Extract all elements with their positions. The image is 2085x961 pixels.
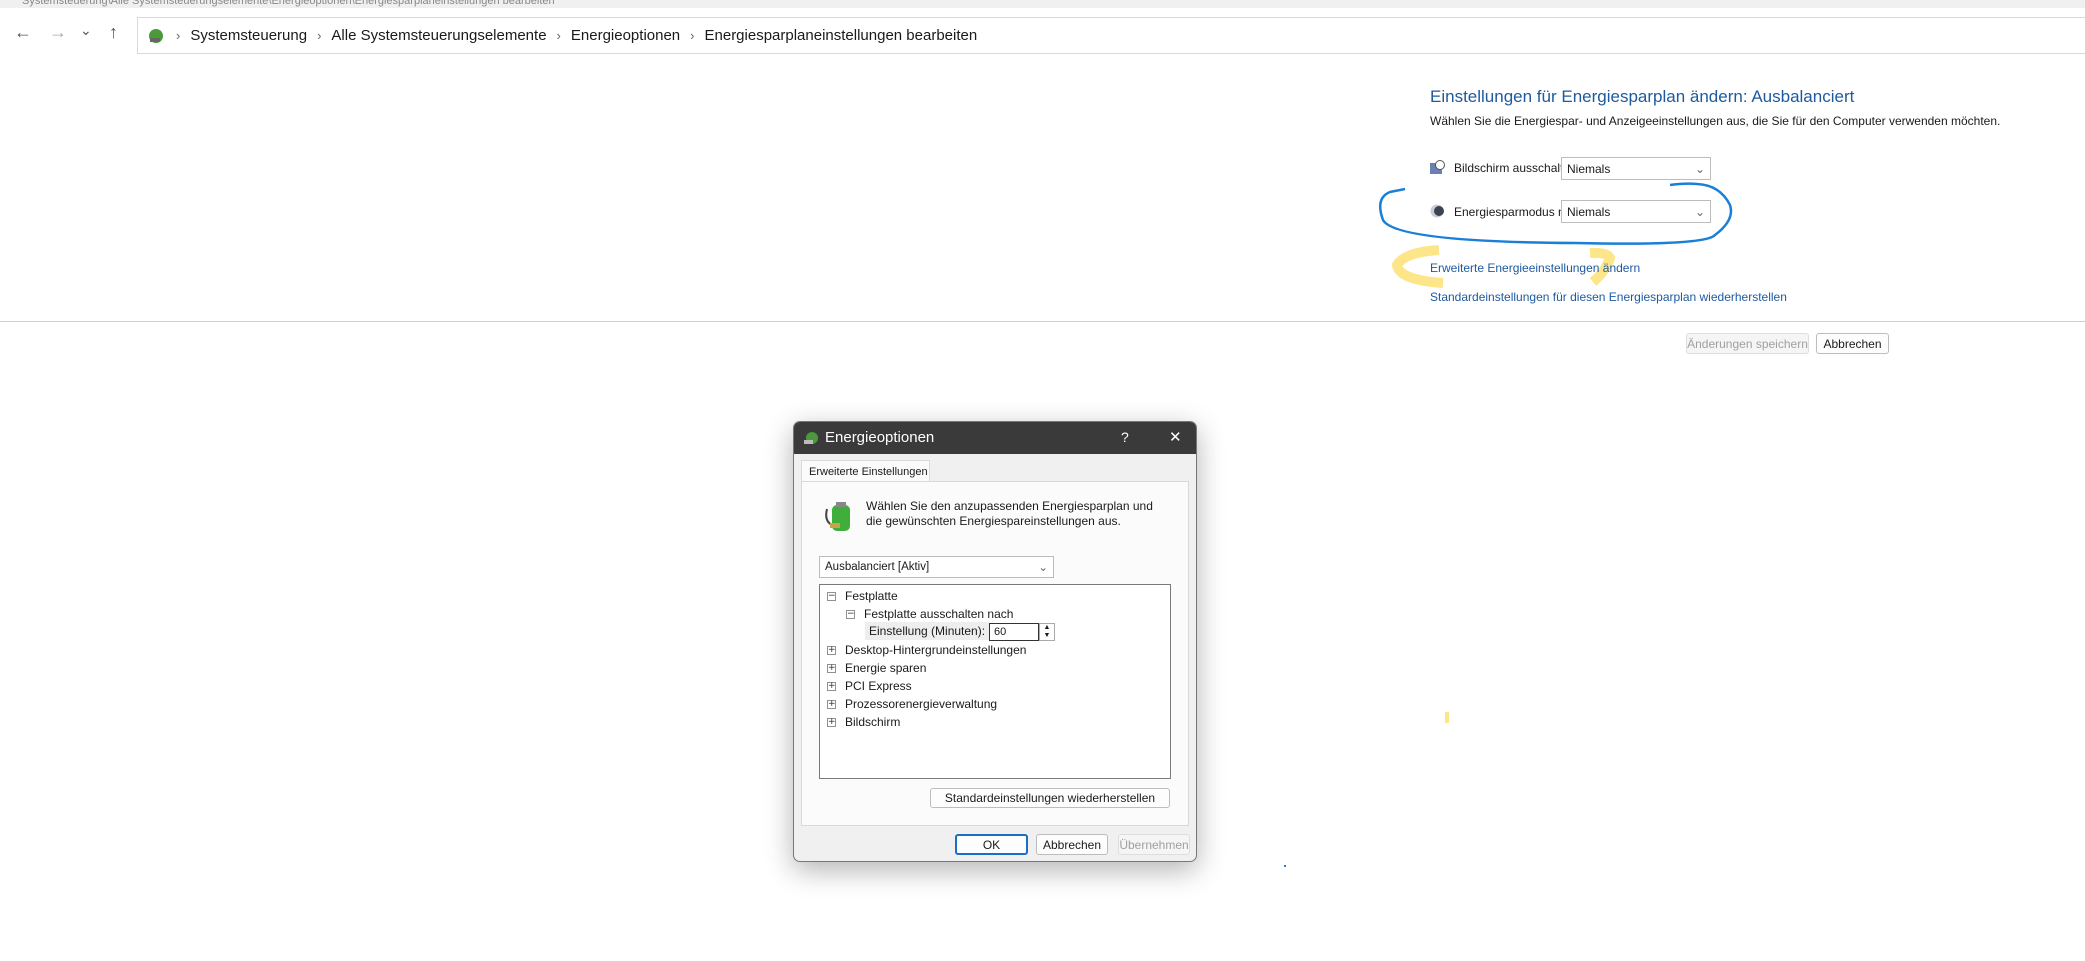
power-options-dialog: Energieoptionen ? ✕ Erweiterte Einstellu…: [793, 421, 1197, 862]
tree-label: Festplatte ausschalten nach: [864, 607, 1014, 621]
close-button[interactable]: ✕: [1169, 428, 1182, 446]
apply-button[interactable]: Übernehmen: [1118, 834, 1190, 855]
tree-label: Energie sparen: [845, 661, 927, 675]
expand-icon[interactable]: +: [827, 645, 836, 655]
tree-item-festplatte[interactable]: − Festplatte: [827, 587, 898, 605]
chevron-icon: ›: [556, 28, 561, 43]
tree-item[interactable]: + PCI Express: [827, 677, 912, 695]
tree-label: Festplatte: [845, 589, 898, 603]
dialog-intro: Wählen Sie den anzupassenden Energiespar…: [866, 499, 1153, 528]
address-bar[interactable]: › Systemsteuerung › Alle Systemsteuerung…: [137, 17, 2085, 54]
expand-icon[interactable]: +: [827, 717, 836, 727]
window-title: Systemsteuerung\Alle Systemsteuerungsele…: [0, 0, 2085, 8]
tree-label: Desktop-Hintergrundeinstellungen: [845, 643, 1027, 657]
chevron-icon: ›: [317, 28, 322, 43]
ok-button[interactable]: OK: [955, 834, 1028, 855]
recent-locations-button[interactable]: ⌄: [80, 22, 92, 39]
cancel-button[interactable]: Abbrechen: [1816, 333, 1889, 354]
breadcrumb-systemsteuerung[interactable]: Systemsteuerung: [190, 27, 307, 44]
tree-item-festplatte-aus[interactable]: − Festplatte ausschalten nach: [846, 605, 1013, 623]
settings-tree[interactable]: − Festplatte − Festplatte ausschalten nach…: [819, 584, 1171, 779]
page-description: Wählen Sie die Energiespar- und Anzeigee…: [1430, 114, 2001, 128]
breadcrumb-current[interactable]: Energiesparplaneinstellungen bearbeiten: [705, 27, 978, 44]
restore-defaults-link[interactable]: Standardeinstellungen für diesen Energie…: [1430, 290, 1787, 304]
expand-icon[interactable]: +: [827, 699, 836, 709]
chevron-icon: ›: [690, 28, 695, 43]
back-button[interactable]: ←: [14, 22, 32, 43]
chevron-down-icon: ⌄: [1038, 562, 1048, 574]
power-options-icon: [804, 432, 818, 444]
tree-item[interactable]: + Bildschirm: [827, 713, 900, 731]
advanced-settings-link[interactable]: Erweiterte Energieeinstellungen ändern: [1430, 261, 1640, 275]
collapse-icon[interactable]: −: [827, 591, 836, 601]
tab-advanced-settings[interactable]: Erweiterte Einstellungen: [801, 460, 930, 482]
tree-label: PCI Express: [845, 679, 912, 693]
minutes-input[interactable]: 60: [989, 623, 1039, 641]
up-button[interactable]: ↑: [109, 22, 118, 43]
help-button[interactable]: ?: [1121, 429, 1129, 445]
page-title: Einstellungen für Energiesparplan ändern…: [1430, 87, 1855, 106]
restore-defaults-button[interactable]: Standardeinstellungen wiederherstellen: [930, 788, 1170, 808]
dialog-title: Energieoptionen: [825, 429, 935, 446]
dialog-cancel-button[interactable]: Abbrechen: [1036, 834, 1108, 855]
control-panel-icon: [149, 28, 163, 43]
display-off-value: Niemals: [1567, 161, 1611, 176]
chevron-icon: ›: [176, 28, 181, 43]
breadcrumb-energieoptionen[interactable]: Energieoptionen: [571, 27, 680, 44]
save-changes-button[interactable]: Änderungen speichern: [1686, 333, 1809, 354]
tree-label: Prozessorenergieverwaltung: [845, 697, 998, 711]
tree-item[interactable]: + Desktop-Hintergrundeinstellungen: [827, 641, 1026, 659]
annotation-dot: [1284, 865, 1286, 867]
plan-select[interactable]: Ausbalanciert [Aktiv] ⌄: [819, 556, 1054, 578]
expand-icon[interactable]: +: [827, 663, 836, 673]
chevron-down-icon: ⌄: [1694, 161, 1705, 176]
tree-setting-label: Einstellung (Minuten):: [865, 622, 990, 640]
monitor-clock-icon: [1430, 160, 1445, 174]
tree-item[interactable]: + Energie sparen: [827, 659, 926, 677]
plan-select-value: Ausbalanciert [Aktiv]: [825, 561, 930, 573]
display-off-select[interactable]: Niemals ⌄: [1561, 157, 1711, 180]
tree-label: Bildschirm: [845, 715, 901, 729]
expand-icon[interactable]: +: [827, 681, 836, 691]
dialog-titlebar: Energieoptionen ? ✕: [794, 422, 1196, 454]
divider: [0, 321, 2085, 322]
tree-item[interactable]: + Prozessorenergieverwaltung: [827, 695, 997, 713]
forward-button[interactable]: →: [49, 22, 67, 43]
breadcrumb-alle-elemente[interactable]: Alle Systemsteuerungselemente: [331, 27, 546, 44]
minutes-spinner[interactable]: ▲ ▼: [1039, 623, 1055, 641]
highlight-mark: [1445, 712, 1449, 723]
collapse-icon[interactable]: −: [846, 609, 855, 619]
battery-plug-icon: [825, 502, 850, 531]
